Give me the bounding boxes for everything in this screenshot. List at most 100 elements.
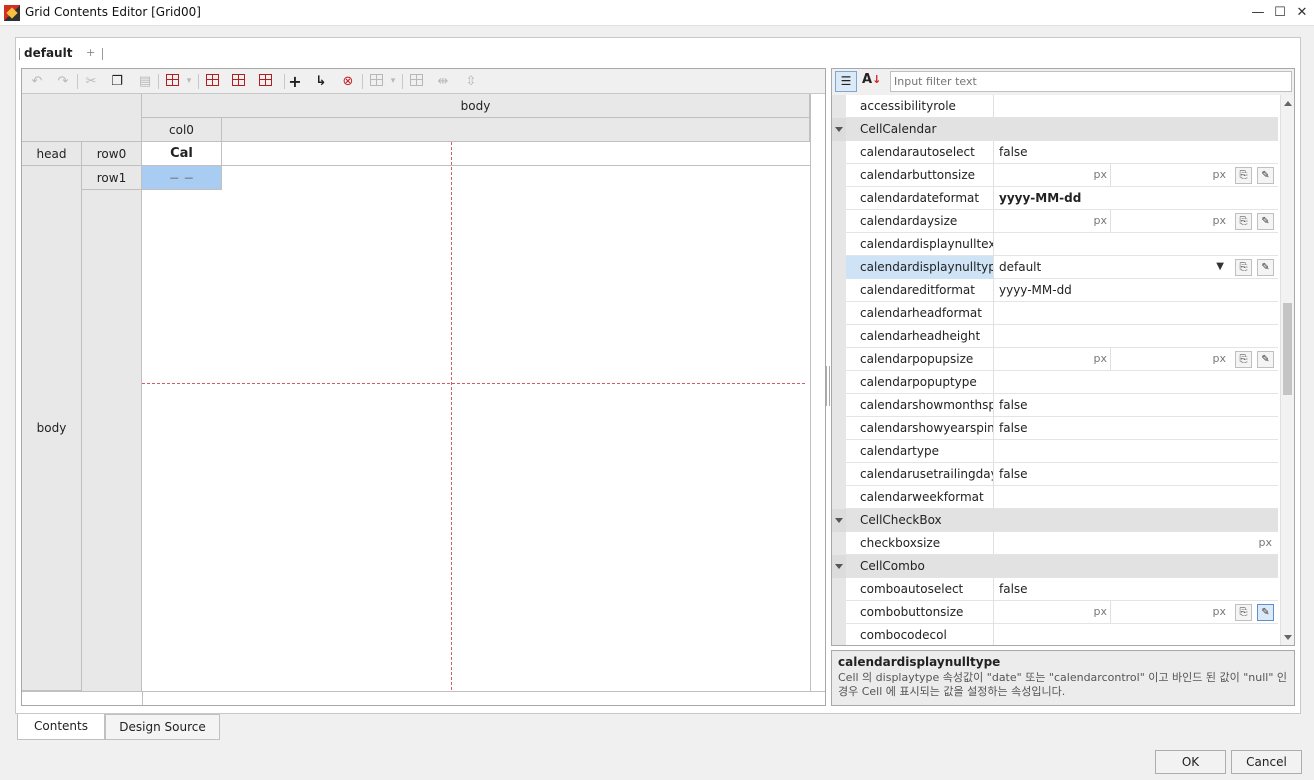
property-value[interactable] (994, 325, 1278, 348)
property-value[interactable]: px px ⎘ ✎ (994, 601, 1278, 624)
property-value[interactable] (994, 95, 1278, 118)
property-row[interactable]: calendarweekformat (832, 486, 1278, 509)
collapse-icon[interactable] (835, 564, 843, 569)
row0-label[interactable]: row0 (82, 142, 142, 166)
reset-value-icon[interactable]: ⎘ (1235, 351, 1252, 368)
cal-cell[interactable]: Cal (142, 142, 222, 166)
property-value[interactable]: px px ⎘ ✎ (994, 164, 1278, 187)
scroll-down-icon[interactable] (1284, 635, 1292, 640)
add-tab-button[interactable]: + (86, 46, 95, 59)
property-value[interactable] (994, 440, 1278, 463)
insert-column-icon[interactable] (166, 74, 179, 86)
minimize-button[interactable]: — (1248, 3, 1268, 23)
collapse-icon[interactable] (835, 127, 843, 132)
dropdown-arrow-icon[interactable]: ▼ (1216, 256, 1224, 278)
maximize-button[interactable]: ☐ (1270, 3, 1290, 23)
edit-value-icon[interactable]: ✎ (1257, 167, 1274, 184)
insert-row-above-icon[interactable] (206, 74, 219, 86)
property-value[interactable]: px px ⎘ ✎ (994, 210, 1278, 233)
reset-value-icon[interactable]: ⎘ (1235, 213, 1252, 230)
edit-value-icon[interactable]: ✎ (1257, 259, 1274, 276)
scroll-up-icon[interactable] (1284, 101, 1292, 106)
property-row[interactable]: calendardateformat yyyy-MM-dd (832, 187, 1278, 210)
column-width-icon[interactable]: ⇹ (434, 73, 452, 90)
head-band-label[interactable]: head (22, 142, 82, 166)
col0-header[interactable]: col0 (142, 118, 222, 142)
paste-icon[interactable]: ▤ (136, 73, 154, 90)
property-value[interactable] (994, 233, 1278, 256)
property-row[interactable]: calendareditformat yyyy-MM-dd (832, 279, 1278, 302)
filter-box[interactable] (890, 71, 1292, 92)
reset-value-icon[interactable]: ⎘ (1235, 167, 1252, 184)
property-category[interactable]: CellCheckBox (832, 509, 1278, 532)
copy-icon[interactable]: ❐ (108, 73, 126, 90)
reset-value-icon[interactable]: ⎘ (1235, 259, 1252, 276)
property-scrollbar[interactable] (1280, 95, 1294, 645)
property-row[interactable]: combocodecol (832, 624, 1278, 645)
collapse-icon[interactable] (835, 518, 843, 523)
property-row[interactable]: calendarautoselect false (832, 141, 1278, 164)
property-value[interactable] (994, 371, 1278, 394)
dropdown-arrow-icon[interactable]: ▾ (180, 73, 198, 90)
add-child-icon[interactable]: ↳ (312, 73, 330, 90)
property-value[interactable] (994, 302, 1278, 325)
redo-icon[interactable]: ↷ (54, 73, 72, 90)
body-band-label[interactable]: body (22, 166, 82, 691)
property-value[interactable] (994, 624, 1278, 645)
panel-splitter[interactable] (826, 366, 830, 406)
property-value[interactable]: false (994, 141, 1278, 164)
body-header[interactable]: body (142, 94, 810, 118)
property-value[interactable]: false (994, 394, 1278, 417)
property-row[interactable]: calendarshowyearspin false (832, 417, 1278, 440)
property-row[interactable]: accessibilityrole (832, 95, 1278, 118)
property-row[interactable]: calendarshowmonthspin false (832, 394, 1278, 417)
delete-icon[interactable]: ⊗ (339, 73, 357, 90)
cancel-button[interactable]: Cancel (1231, 750, 1302, 774)
property-row[interactable]: calendarusetrailingday false (832, 463, 1278, 486)
property-value[interactable]: yyyy-MM-dd (994, 187, 1278, 210)
cut-icon[interactable]: ✂ (82, 73, 100, 90)
edit-value-icon[interactable]: ✎ (1257, 213, 1274, 230)
merge-cells-icon[interactable] (370, 74, 383, 86)
filter-input[interactable] (891, 72, 1291, 91)
property-row[interactable]: calendarheadformat (832, 302, 1278, 325)
row1-cell-selected[interactable]: － － (142, 166, 222, 190)
add-icon[interactable]: + (286, 73, 304, 90)
insert-row-below-icon[interactable] (232, 74, 245, 86)
property-row[interactable]: calendardisplaynulltype default ▼ ⎘ ✎ (832, 256, 1278, 279)
edit-value-icon[interactable]: ✎ (1257, 604, 1274, 621)
reset-value-icon[interactable]: ⎘ (1235, 604, 1252, 621)
edit-value-icon[interactable]: ✎ (1257, 351, 1274, 368)
property-value[interactable] (994, 486, 1278, 509)
insert-band-icon[interactable] (259, 74, 272, 86)
sort-alpha-icon[interactable]: A↓ (862, 72, 881, 87)
property-row[interactable]: calendarpopupsize px px ⎘ ✎ (832, 348, 1278, 371)
property-row[interactable]: calendarpopuptype (832, 371, 1278, 394)
property-row[interactable]: calendarbuttonsize px px ⎘ ✎ (832, 164, 1278, 187)
dropdown-arrow-icon[interactable]: ▾ (384, 73, 402, 90)
property-row[interactable]: calendardaysize px px ⎘ ✎ (832, 210, 1278, 233)
tab-design-source[interactable]: Design Source (105, 714, 220, 740)
property-row[interactable]: checkboxsize px (832, 532, 1278, 555)
scroll-thumb[interactable] (1283, 303, 1292, 395)
row1-label[interactable]: row1 (82, 166, 142, 190)
property-row[interactable]: calendardisplaynulltext (832, 233, 1278, 256)
ok-button[interactable]: OK (1155, 750, 1226, 774)
tab-default[interactable]: default (18, 46, 72, 60)
undo-icon[interactable]: ↶ (28, 73, 46, 90)
property-value[interactable]: false (994, 578, 1278, 601)
property-value[interactable]: px (994, 532, 1278, 555)
property-row[interactable]: calendarheadheight (832, 325, 1278, 348)
row-height-icon[interactable]: ⇳ (462, 73, 480, 90)
property-row[interactable]: comboautoselect false (832, 578, 1278, 601)
close-button[interactable]: ✕ (1292, 3, 1312, 23)
property-value[interactable]: false (994, 417, 1278, 440)
property-value[interactable]: px px ⎘ ✎ (994, 348, 1278, 371)
split-cells-icon[interactable] (410, 74, 423, 86)
property-category[interactable]: CellCombo (832, 555, 1278, 578)
property-value[interactable]: false (994, 463, 1278, 486)
property-row[interactable]: calendartype (832, 440, 1278, 463)
property-category[interactable]: CellCalendar (832, 118, 1278, 141)
property-value[interactable]: yyyy-MM-dd (994, 279, 1278, 302)
property-value[interactable]: default ▼ ⎘ ✎ (994, 256, 1278, 279)
